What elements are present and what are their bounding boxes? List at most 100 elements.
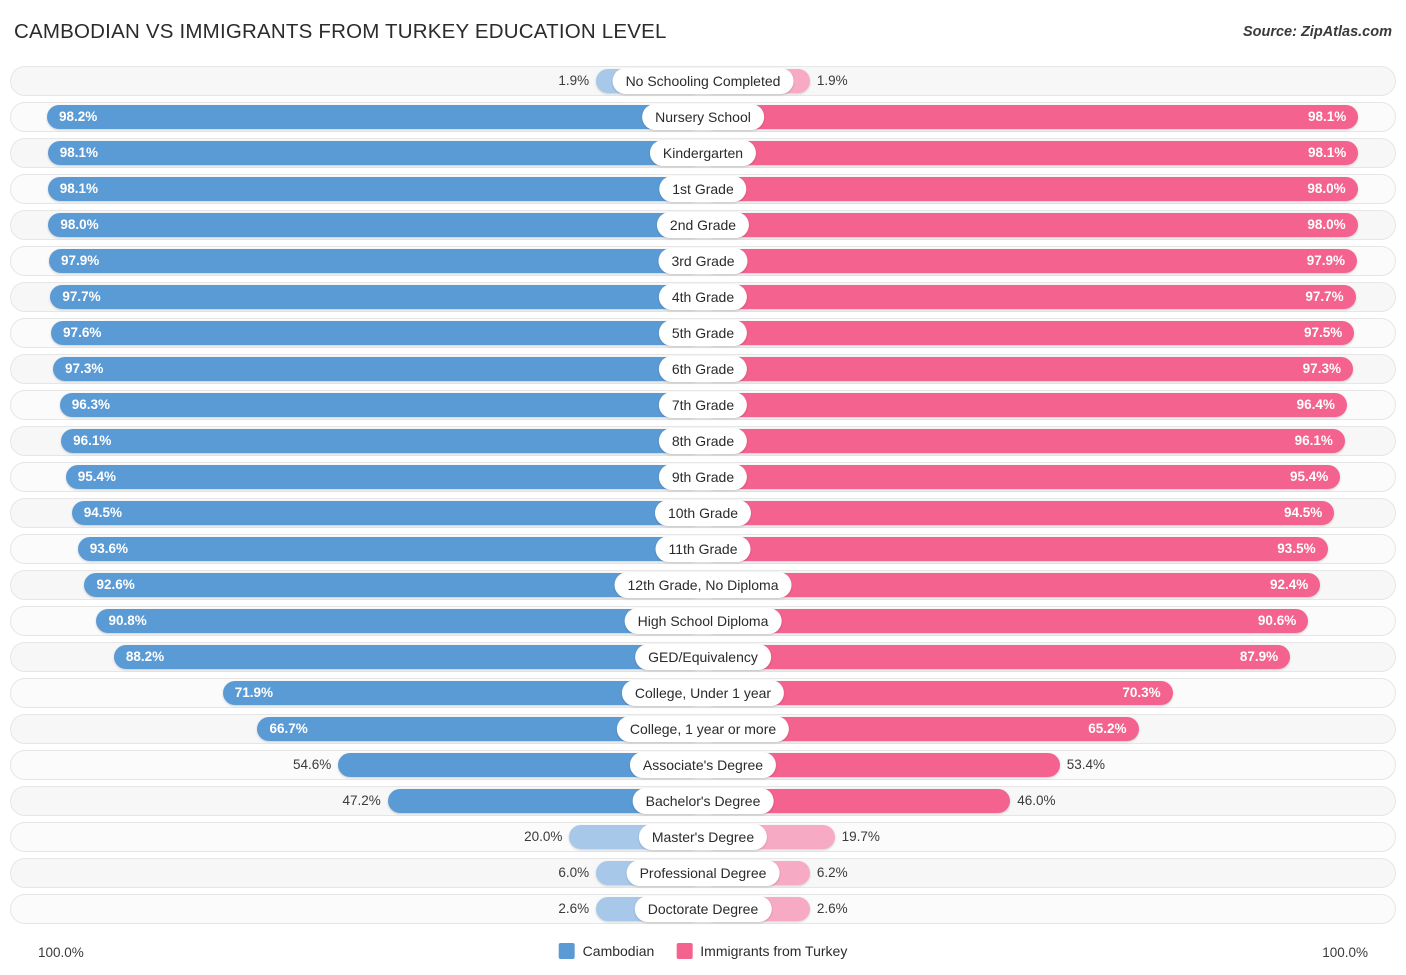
bar-cambodian[interactable]: 97.7% bbox=[50, 285, 703, 309]
value-label-cambodian: 2.6% bbox=[558, 901, 590, 916]
bar-half-cambodian: 98.2% bbox=[35, 105, 703, 129]
bar-row: 66.7% 65.2% College, 1 year or more bbox=[10, 714, 1396, 744]
category-label: 7th Grade bbox=[658, 392, 748, 418]
bar-half-immigrants-from-turkey: 97.3% bbox=[703, 357, 1371, 381]
bar-half-immigrants-from-turkey: 98.1% bbox=[703, 105, 1371, 129]
value-label-cambodian: 20.0% bbox=[524, 829, 563, 844]
value-label-cambodian: 98.1% bbox=[59, 145, 98, 160]
chart-footer: 100.0% Cambodian Immigrants from Turkey 1… bbox=[10, 941, 1396, 967]
bar-cambodian[interactable]: 88.2% bbox=[113, 645, 703, 669]
bar-cambodian[interactable]: 97.6% bbox=[51, 321, 703, 345]
bar-immigrants-from-turkey[interactable]: 98.1% bbox=[703, 141, 1359, 165]
bar-row: 88.2% 87.9% GED/Equivalency bbox=[10, 642, 1396, 672]
value-label-cambodian: 94.5% bbox=[83, 505, 123, 520]
bar-immigrants-from-turkey[interactable]: 96.4% bbox=[703, 393, 1347, 417]
bar-half-immigrants-from-turkey: 98.0% bbox=[703, 177, 1371, 201]
value-label-cambodian: 93.6% bbox=[89, 541, 129, 556]
bar-immigrants-from-turkey[interactable]: 93.5% bbox=[703, 537, 1328, 561]
bar-half-cambodian: 98.1% bbox=[35, 177, 703, 201]
category-label: Master's Degree bbox=[638, 824, 768, 850]
bar-immigrants-from-turkey[interactable]: 97.3% bbox=[703, 357, 1353, 381]
bar-cambodian[interactable]: 96.3% bbox=[59, 393, 703, 417]
category-label: Nursery School bbox=[642, 104, 764, 130]
bar-row: 97.6% 97.5% 5th Grade bbox=[10, 318, 1396, 348]
bar-cambodian[interactable]: 90.8% bbox=[96, 609, 703, 633]
bar-immigrants-from-turkey[interactable]: 96.1% bbox=[703, 429, 1345, 453]
category-label: 5th Grade bbox=[658, 320, 748, 346]
bar-half-cambodian: 54.6% bbox=[35, 753, 703, 777]
bar-cambodian[interactable]: 98.1% bbox=[47, 141, 703, 165]
bar-immigrants-from-turkey[interactable]: 87.9% bbox=[703, 645, 1291, 669]
value-label-immigrants-from-turkey: 98.1% bbox=[1308, 109, 1347, 124]
bar-cambodian[interactable]: 94.5% bbox=[71, 501, 703, 525]
bar-half-immigrants-from-turkey: 19.7% bbox=[703, 825, 1371, 849]
bar-cambodian[interactable]: 97.3% bbox=[53, 357, 703, 381]
bar-half-immigrants-from-turkey: 97.9% bbox=[703, 249, 1371, 273]
axis-left-max-label: 100.0% bbox=[38, 945, 84, 960]
bar-immigrants-from-turkey[interactable]: 94.5% bbox=[703, 501, 1335, 525]
bar-half-immigrants-from-turkey: 1.9% bbox=[703, 69, 1371, 93]
value-label-cambodian: 98.2% bbox=[59, 109, 98, 124]
bar-cambodian[interactable]: 93.6% bbox=[77, 537, 703, 561]
value-label-immigrants-from-turkey: 90.6% bbox=[1257, 613, 1297, 628]
bar-row: 98.0% 98.0% 2nd Grade bbox=[10, 210, 1396, 240]
bar-cambodian[interactable]: 98.2% bbox=[47, 105, 703, 129]
bar-immigrants-from-turkey[interactable]: 97.7% bbox=[703, 285, 1356, 309]
bar-half-immigrants-from-turkey: 2.6% bbox=[703, 897, 1371, 921]
value-label-immigrants-from-turkey: 93.5% bbox=[1277, 541, 1316, 556]
legend-swatch-icon bbox=[558, 943, 575, 959]
legend-item-cambodian[interactable]: Cambodian bbox=[558, 943, 655, 959]
bar-cambodian[interactable]: 98.0% bbox=[48, 213, 703, 237]
bar-half-cambodian: 20.0% bbox=[35, 825, 703, 849]
value-label-cambodian: 6.0% bbox=[558, 865, 590, 880]
bar-cambodian[interactable]: 97.9% bbox=[49, 249, 703, 273]
bar-half-immigrants-from-turkey: 90.6% bbox=[703, 609, 1371, 633]
value-label-cambodian: 96.3% bbox=[71, 397, 110, 412]
bar-immigrants-from-turkey[interactable]: 90.6% bbox=[703, 609, 1309, 633]
bar-row: 97.3% 97.3% 6th Grade bbox=[10, 354, 1396, 384]
bar-row: 93.6% 93.5% 11th Grade bbox=[10, 534, 1396, 564]
bar-immigrants-from-turkey[interactable]: 92.4% bbox=[703, 573, 1321, 597]
bar-cambodian[interactable]: 96.1% bbox=[61, 429, 703, 453]
value-label-immigrants-from-turkey: 53.4% bbox=[1066, 757, 1105, 772]
value-label-cambodian: 97.3% bbox=[65, 361, 104, 376]
value-label-cambodian: 95.4% bbox=[77, 469, 117, 484]
value-label-cambodian: 98.1% bbox=[59, 181, 98, 196]
category-label: 2nd Grade bbox=[656, 212, 750, 238]
bar-row: 97.9% 97.9% 3rd Grade bbox=[10, 246, 1396, 276]
bar-half-immigrants-from-turkey: 97.7% bbox=[703, 285, 1371, 309]
bar-half-cambodian: 96.1% bbox=[35, 429, 703, 453]
category-label: 10th Grade bbox=[654, 500, 752, 526]
bar-immigrants-from-turkey[interactable]: 98.1% bbox=[703, 105, 1359, 129]
bar-cambodian[interactable]: 92.6% bbox=[84, 573, 703, 597]
bar-immigrants-from-turkey[interactable]: 95.4% bbox=[703, 465, 1341, 489]
value-label-immigrants-from-turkey: 2.6% bbox=[816, 901, 848, 916]
legend-item-immigrants-from-turkey[interactable]: Immigrants from Turkey bbox=[676, 943, 847, 959]
bar-rows-container: 1.9% 1.9% No Schooling Completed 98.2% 98.1%… bbox=[10, 66, 1396, 935]
legend-label: Cambodian bbox=[582, 943, 655, 959]
bar-row: 98.2% 98.1% Nursery School bbox=[10, 102, 1396, 132]
bar-immigrants-from-turkey[interactable]: 98.0% bbox=[703, 213, 1358, 237]
bar-cambodian[interactable]: 95.4% bbox=[65, 465, 703, 489]
bar-row: 96.1% 96.1% 8th Grade bbox=[10, 426, 1396, 456]
value-label-cambodian: 96.1% bbox=[73, 433, 112, 448]
bar-half-cambodian: 96.3% bbox=[35, 393, 703, 417]
bar-immigrants-from-turkey[interactable]: 98.0% bbox=[703, 177, 1358, 201]
category-label: Bachelor's Degree bbox=[632, 788, 774, 814]
bar-half-immigrants-from-turkey: 70.3% bbox=[703, 681, 1371, 705]
bar-immigrants-from-turkey[interactable]: 97.5% bbox=[703, 321, 1355, 345]
value-label-immigrants-from-turkey: 94.5% bbox=[1283, 505, 1323, 520]
category-label: Kindergarten bbox=[649, 140, 757, 166]
bar-half-immigrants-from-turkey: 93.5% bbox=[703, 537, 1371, 561]
bar-half-immigrants-from-turkey: 97.5% bbox=[703, 321, 1371, 345]
bar-half-immigrants-from-turkey: 96.4% bbox=[703, 393, 1371, 417]
source-attribution: Source: ZipAtlas.com bbox=[1242, 24, 1392, 40]
bar-row: 6.0% 6.2% Professional Degree bbox=[10, 858, 1396, 888]
bar-cambodian[interactable]: 98.1% bbox=[47, 177, 703, 201]
bar-half-immigrants-from-turkey: 46.0% bbox=[703, 789, 1371, 813]
bar-immigrants-from-turkey[interactable]: 97.9% bbox=[703, 249, 1357, 273]
value-label-immigrants-from-turkey: 65.2% bbox=[1088, 721, 1127, 736]
value-label-cambodian: 97.7% bbox=[62, 289, 101, 304]
bar-half-immigrants-from-turkey: 92.4% bbox=[703, 573, 1371, 597]
value-label-cambodian: 97.6% bbox=[63, 325, 102, 340]
